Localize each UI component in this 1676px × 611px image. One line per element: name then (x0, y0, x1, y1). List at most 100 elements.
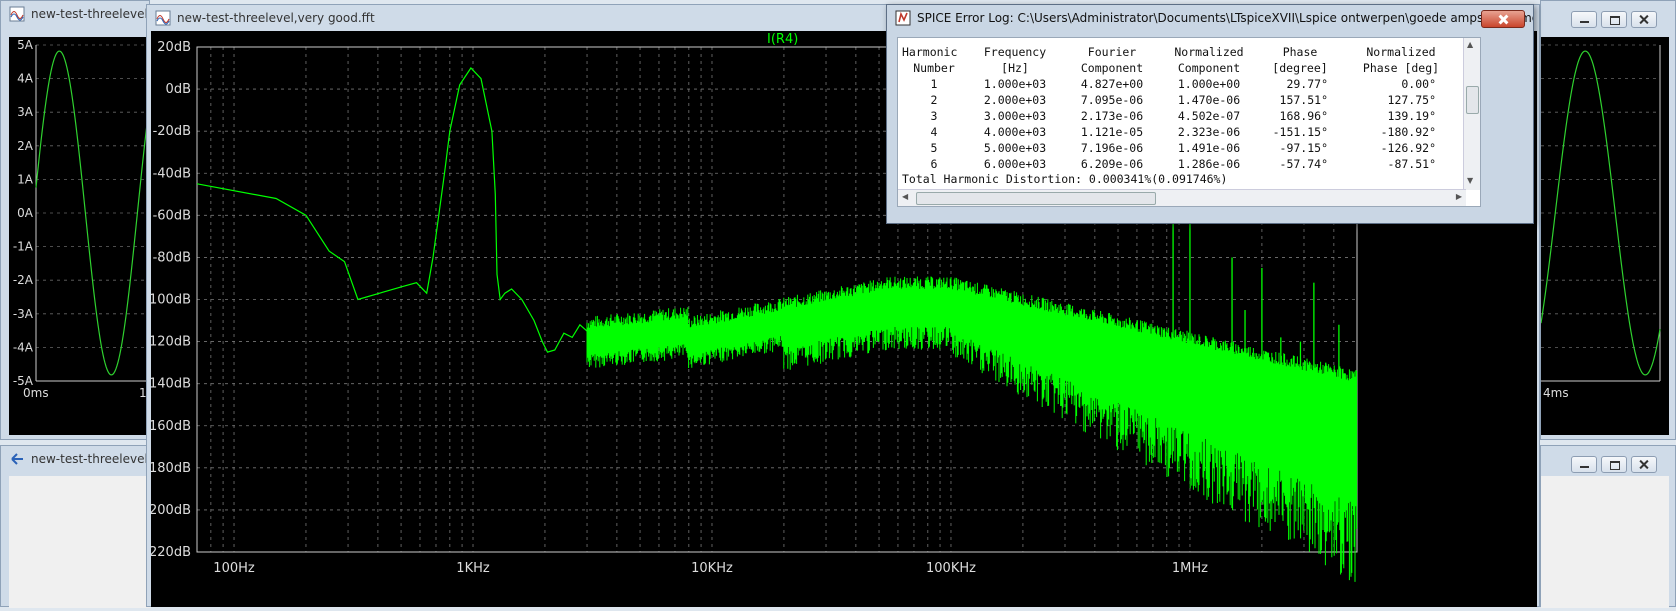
fft-x-tick-label: 1MHz (1172, 561, 1208, 576)
left-bottom-window-title: new-test-threelevel,ve (31, 452, 149, 466)
left-bottom-content (9, 476, 151, 608)
total-harmonic-distortion: Total Harmonic Distortion: 0.000341%(0.0… (902, 172, 1228, 186)
left-y-tick-label: -3A (13, 307, 34, 321)
vertical-scroll-thumb[interactable] (1466, 86, 1479, 114)
fft-y-tick-label: -160dB (151, 419, 191, 434)
fourier-cell: 4.000e+03 (983, 125, 1047, 139)
left-bottom-window[interactable]: new-test-threelevel,ve (0, 445, 151, 608)
fourier-table: Harmonic Frequency Fourier Normalized Ph… (902, 44, 1460, 172)
fourier-cell: 2.323e-06 (1177, 125, 1241, 139)
left-y-tick-label: 4A (17, 72, 34, 86)
waveform-window-icon (9, 6, 25, 22)
fft-y-tick-label: 20dB (157, 40, 191, 55)
spice-error-log-window[interactable]: SPICE Error Log: C:\Users\Administrator\… (886, 4, 1534, 224)
right-waveform-window[interactable]: 4ms (1540, 0, 1676, 440)
fourier-cell: 1.000e+00 (1177, 77, 1241, 91)
left-time-plot[interactable]: 5A 4A 3A 2A 1A 0A -1A -2A -3A -4A -5A 0ms 1r (9, 37, 152, 435)
left-time-plot-svg: 5A4A3A2A1A0A-1A-2A-3A-4A-5A0ms 1r (13, 38, 152, 400)
fourier-cell: -57.74° (1279, 157, 1328, 171)
scroll-right-arrow-icon[interactable]: ▶ (1456, 192, 1462, 201)
fft-x-tick-label: 100Hz (213, 561, 255, 576)
col-header-phase: Phase (1282, 45, 1318, 59)
right-bottom-maximize-button[interactable] (1601, 456, 1627, 473)
horizontal-scroll-thumb[interactable] (916, 192, 1156, 205)
fourier-cell: 127.75° (1387, 93, 1436, 107)
fourier-header-row-2: Number [Hz] Component Component [degree]… (902, 60, 1460, 76)
fft-trace-low (196, 67, 588, 353)
error-log-titlebar[interactable]: SPICE Error Log: C:\Users\Administrator\… (887, 5, 1533, 31)
right-bottom-close-button[interactable] (1631, 456, 1657, 473)
right-window-close-button[interactable] (1631, 11, 1657, 28)
fft-y-tick-label: -60dB (153, 208, 191, 223)
fourier-cell: 5 (930, 141, 938, 155)
fft-y-tick-label: -140dB (151, 377, 191, 392)
fourier-cell: 157.51° (1279, 93, 1328, 107)
right-bottom-minimize-button[interactable] (1571, 456, 1597, 473)
fft-y-tick-label: -120dB (151, 335, 191, 350)
right-bottom-window[interactable] (1540, 445, 1676, 608)
col-header-frequency: Frequency (983, 45, 1047, 59)
fourier-cell: 7.196e-06 (1080, 141, 1144, 155)
fourier-cell: 1 (930, 77, 938, 91)
fourier-row: 4 4.000e+03 1.121e-05 2.323e-06 -151.15° -180… (902, 124, 1460, 140)
col-subheader-hz: [Hz] (1001, 61, 1029, 75)
fourier-row: 5 5.000e+03 7.196e-06 1.491e-06 -97.15° -126.… (902, 140, 1460, 156)
left-y-tick-label: 5A (17, 38, 34, 52)
left-bottom-titlebar[interactable]: new-test-threelevel,ve (1, 446, 149, 472)
right-sine-trace (1540, 50, 1661, 376)
fft-y-tick-label: 0dB (166, 82, 191, 97)
col-header-normalized-phase: Normalized (1366, 45, 1436, 59)
fourier-cell: 1.000e+03 (983, 77, 1047, 91)
col-subheader-phase-deg: Phase [deg] (1362, 61, 1440, 75)
right-window-minimize-button[interactable] (1571, 11, 1597, 28)
left-window-titlebar[interactable]: new-test-threelevel,ve (1, 1, 149, 27)
fft-y-tick-label: -220dB (151, 545, 191, 560)
fourier-cell: 3 (930, 109, 938, 123)
fft-y-tick-label: -80dB (153, 250, 191, 265)
left-y-tick-label: 0A (17, 206, 34, 220)
fourier-header-row: Harmonic Frequency Fourier Normalized Ph… (902, 44, 1460, 60)
scroll-down-arrow-icon[interactable]: ▼ (1467, 176, 1473, 185)
scroll-left-arrow-icon[interactable]: ◀ (902, 192, 908, 201)
fourier-cell: 4.827e+00 (1080, 77, 1144, 91)
fourier-cell: 6 (930, 157, 938, 171)
fourier-cell: 139.19° (1387, 109, 1436, 123)
fourier-cell: 1.286e-06 (1177, 157, 1241, 171)
fourier-cell: 0.00° (1401, 77, 1436, 91)
fourier-cell: 6.209e-06 (1080, 157, 1144, 171)
fft-x-tick-label: 10KHz (691, 561, 733, 576)
fourier-row: 1 1.000e+03 4.827e+00 1.000e+00 29.77° 0.00° (902, 76, 1460, 92)
left-y-tick-label: -1A (13, 240, 34, 254)
col-header-fourier: Fourier (1087, 45, 1137, 59)
error-log-horizontal-scrollbar[interactable]: ◀ ▶ (898, 189, 1466, 206)
fourier-cell: 2 (930, 93, 938, 107)
fourier-cell: 1.491e-06 (1177, 141, 1241, 155)
fourier-cell: 2.173e-06 (1080, 109, 1144, 123)
right-window-maximize-button[interactable] (1601, 11, 1627, 28)
right-time-plot-svg: 4ms (1540, 44, 1661, 400)
right-time-plot[interactable]: 4ms (1540, 37, 1669, 435)
fft-y-tick-label: -40dB (153, 166, 191, 181)
col-subheader-component-2: Component (1177, 61, 1241, 75)
fourier-cell: 4.502e-07 (1177, 109, 1241, 123)
scroll-up-arrow-icon[interactable]: ▲ (1467, 40, 1473, 49)
fft-noise-band (586, 276, 1358, 582)
error-log-content[interactable]: Harmonic Frequency Fourier Normalized Ph… (897, 37, 1481, 207)
error-log-close-button[interactable] (1481, 10, 1525, 28)
left-waveform-window[interactable]: new-test-threelevel,ve 5A 4A 3A 2A 1A 0A -1A -2… (0, 0, 152, 440)
col-subheader-component: Component (1080, 61, 1144, 75)
fft-y-tick-label: -100dB (151, 293, 191, 308)
fourier-cell: 4 (930, 125, 938, 139)
fft-trace-label: I(R4) (767, 32, 798, 47)
fourier-cell: -126.92° (1380, 141, 1436, 155)
fft-x-tick-label: 100KHz (926, 561, 976, 576)
fourier-cell: 1.470e-06 (1177, 93, 1241, 107)
right-bottom-content (1541, 476, 1669, 608)
fourier-cell: -151.15° (1272, 125, 1328, 139)
fourier-cell: 1.121e-05 (1080, 125, 1144, 139)
col-header-harmonic: Harmonic (902, 45, 958, 59)
fourier-cell: -180.92° (1380, 125, 1436, 139)
fft-y-tick-label: -200dB (151, 503, 191, 518)
left-y-tick-label: 2A (17, 139, 34, 153)
error-log-vertical-scrollbar[interactable]: ▲ ▼ (1463, 38, 1480, 190)
